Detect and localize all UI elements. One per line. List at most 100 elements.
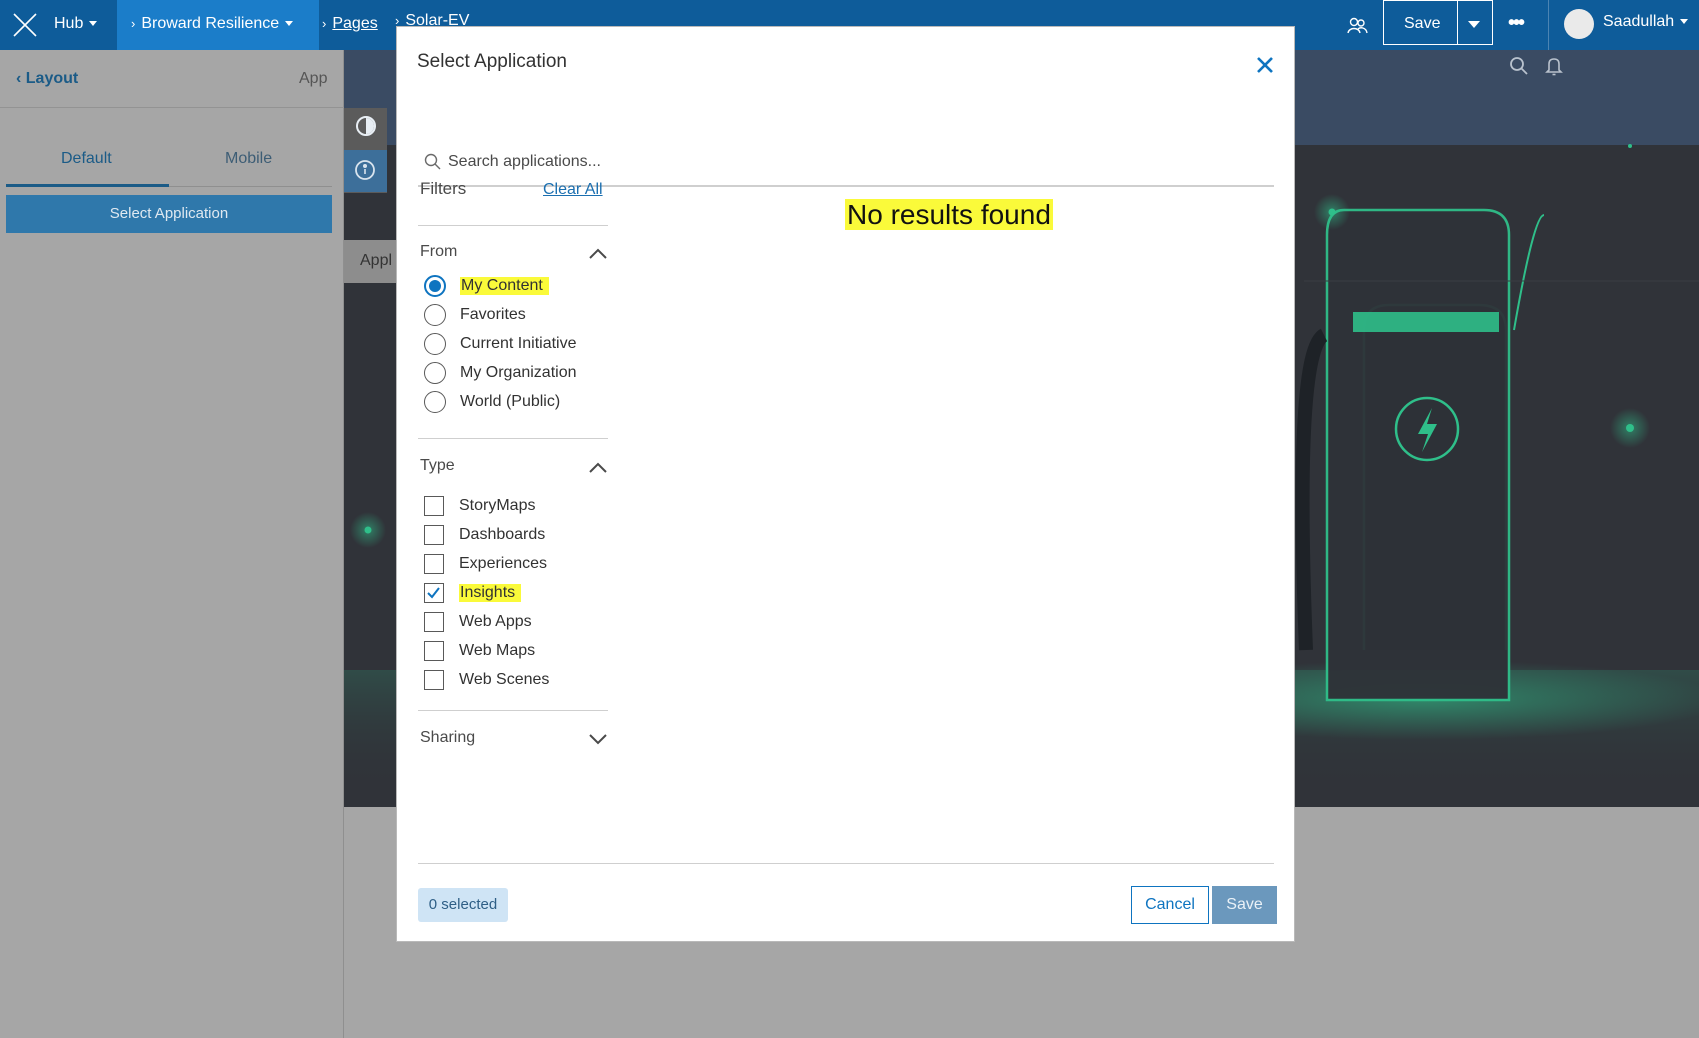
tab-default[interactable]: Default [61,150,112,168]
no-results-message: No results found [845,199,1053,231]
type-option-web-apps[interactable]: Web Apps [424,609,532,635]
footer-divider [418,863,1274,864]
breadcrumb-pages: › Pages [322,15,378,33]
breadcrumb-site[interactable]: › Broward Resilience [117,0,319,50]
preview-app-tab: Appl [344,240,404,283]
type-option-storymaps[interactable]: StoryMaps [424,493,535,519]
divider [418,438,608,439]
option-label: Insights [459,584,522,602]
chevron-right-icon: › [322,16,327,31]
chevron-up-icon[interactable] [588,247,608,259]
layout-label: Layout [25,70,79,87]
checkmark-icon [427,587,440,599]
chevron-down-icon [89,21,98,27]
avatar[interactable] [1564,9,1594,39]
hub-label: Hub [54,15,84,32]
radio[interactable] [424,333,446,355]
divider [418,710,608,711]
save-split-button: Save [1383,0,1493,45]
option-label: World (Public) [460,393,561,410]
checkbox[interactable] [424,641,444,661]
checkbox-checked[interactable] [424,583,444,603]
from-option-current-initiative[interactable]: Current Initiative [424,331,577,357]
checkbox[interactable] [424,554,444,574]
chevron-down-icon[interactable] [588,733,608,745]
from-filter-header[interactable]: From [420,243,610,261]
layout-panel: ‹ Layout App Default Mobile Select Appli… [0,50,344,1038]
from-option-world-public[interactable]: World (Public) [424,389,560,415]
chevron-down-icon [285,21,294,27]
type-option-insights[interactable]: Insights [424,580,522,606]
app-launcher-icon[interactable] [10,10,40,40]
user-menu[interactable]: Saadullah [1603,13,1689,31]
from-option-my-organization[interactable]: My Organization [424,360,577,386]
contrast-icon[interactable] [356,116,376,136]
checkbox[interactable] [424,525,444,545]
user-name: Saadullah [1603,13,1675,30]
search-input[interactable] [448,149,1248,175]
option-label: Current Initiative [460,335,577,352]
option-label: Experiences [459,555,548,572]
option-label: Web Apps [459,613,532,630]
radio[interactable] [424,304,446,326]
select-application-button[interactable]: Select Application [6,195,332,233]
chevron-up-icon[interactable] [588,461,608,473]
type-option-experiences[interactable]: Experiences [424,551,547,577]
from-option-my-content[interactable]: My Content [424,273,549,299]
no-results-text: No results found [845,199,1053,230]
section-label: App [299,70,328,87]
checkbox[interactable] [424,612,444,632]
from-filter-label: From [420,243,458,260]
back-to-layout-link[interactable]: ‹ Layout [16,70,78,88]
chevron-right-icon: › [131,16,136,31]
sharing-filter-label: Sharing [420,729,476,746]
checkbox[interactable] [424,670,444,690]
radio-selected[interactable] [424,275,446,297]
select-application-dialog: Select Application Filters Clear All Fro… [396,26,1295,942]
divider [1457,1,1458,44]
sharing-filter-header[interactable]: Sharing [420,729,610,747]
option-label: My Content [460,277,549,295]
notification-bell-icon[interactable] [1544,56,1564,76]
option-label: Web Maps [459,642,536,659]
save-button[interactable]: Save [1404,15,1440,33]
collaborators-icon[interactable] [1346,14,1368,36]
clear-all-link[interactable]: Clear All [543,181,603,199]
divider [1548,0,1549,50]
active-tab-indicator [6,184,169,187]
close-icon[interactable] [1253,53,1277,77]
save-options-dropdown-icon[interactable] [1468,21,1480,28]
chevron-left-icon: ‹ [16,70,22,87]
accessibility-toolbar-button[interactable] [344,150,387,192]
more-options-icon[interactable]: ••• [1508,12,1525,35]
option-label: Dashboards [459,526,546,543]
layout-panel-header: ‹ Layout App [0,50,344,108]
type-filter-header[interactable]: Type [420,457,610,475]
type-option-web-scenes[interactable]: Web Scenes [424,667,549,693]
accessibility-icon [355,160,375,180]
filters-title: Filters [420,179,467,198]
site-label: Broward Resilience [141,15,280,32]
type-option-dashboards[interactable]: Dashboards [424,522,545,548]
search-icon[interactable] [1509,56,1529,76]
type-option-web-maps[interactable]: Web Maps [424,638,535,664]
save-button[interactable]: Save [1212,886,1277,924]
type-filter-label: Type [420,457,455,474]
divider [418,225,608,226]
search-icon [424,153,441,170]
checkbox[interactable] [424,496,444,516]
search-field [418,137,1274,187]
pages-link[interactable]: Pages [332,15,377,32]
option-label: StoryMaps [459,497,536,514]
tab-mobile[interactable]: Mobile [225,150,272,168]
option-label: Web Scenes [459,671,550,688]
selected-count-badge: 0 selected [418,888,508,922]
radio[interactable] [424,362,446,384]
chevron-down-icon [1680,19,1689,25]
dialog-title: Select Application [417,51,567,72]
cancel-button[interactable]: Cancel [1131,886,1209,924]
hub-menu[interactable]: Hub [54,15,98,33]
radio[interactable] [424,391,446,413]
from-option-favorites[interactable]: Favorites [424,302,526,328]
option-label: My Organization [460,364,577,381]
